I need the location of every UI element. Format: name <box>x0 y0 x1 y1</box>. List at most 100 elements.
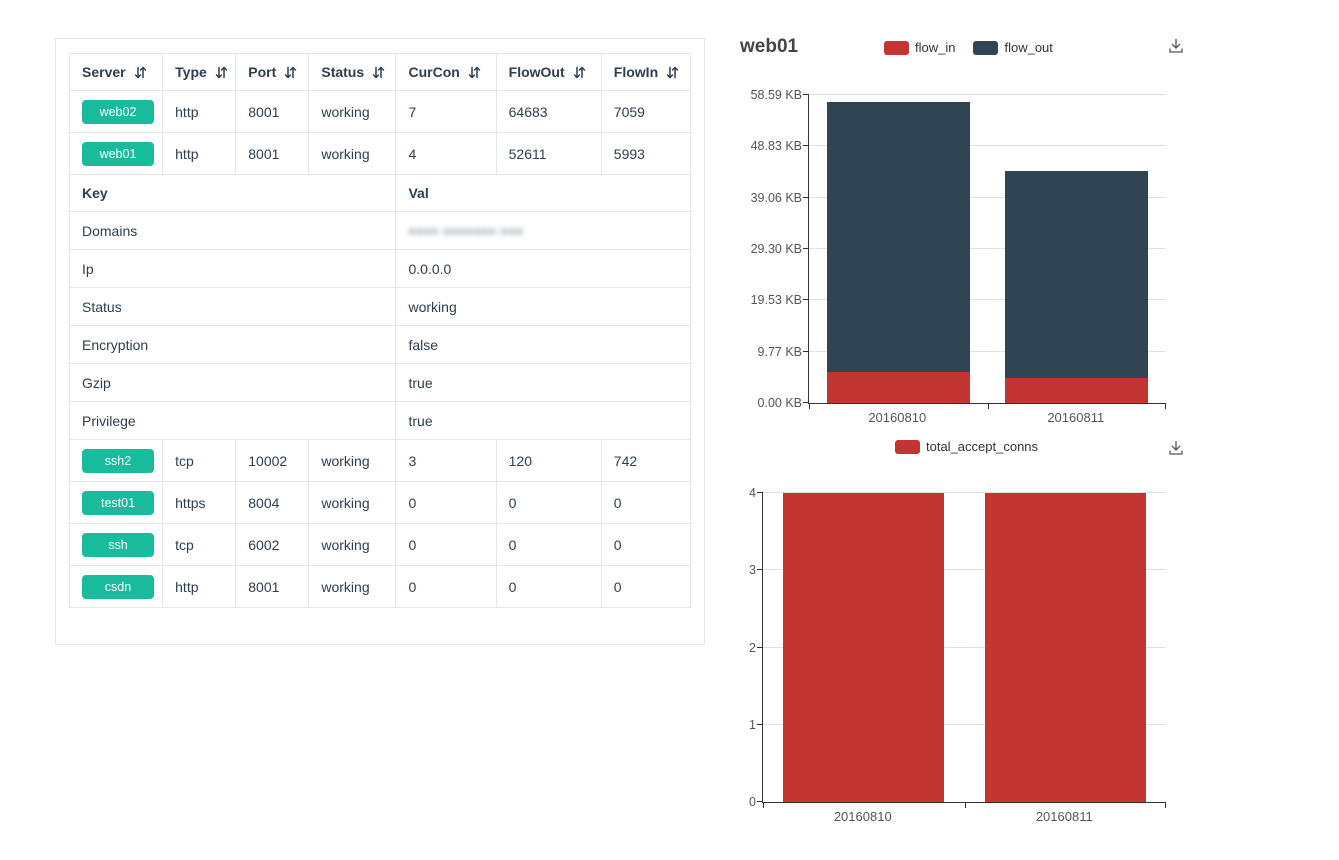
server-cell: test01 <box>70 482 163 524</box>
bar-groups <box>763 493 1166 802</box>
server-badge[interactable]: ssh2 <box>82 449 154 473</box>
server-badge[interactable]: web01 <box>82 142 154 166</box>
curcon-cell: 4 <box>396 133 496 175</box>
legend-item-flow_out[interactable]: flow_out <box>973 40 1052 55</box>
column-header-status[interactable]: Status <box>309 54 396 91</box>
key-cell: Gzip <box>70 364 396 402</box>
flowin-cell: 0 <box>601 566 690 608</box>
bar-segment-flow_in[interactable] <box>1005 378 1148 403</box>
download-icon[interactable] <box>1166 438 1186 458</box>
x-tick-mark <box>1165 403 1166 409</box>
val-cell: ■■■■ ■■■■■■■ ■■■ <box>396 212 691 250</box>
column-header-curcon[interactable]: CurCon <box>396 54 496 91</box>
x-category-label: 20160811 <box>964 809 1166 824</box>
column-header-server[interactable]: Server <box>70 54 163 91</box>
column-label: CurCon <box>408 64 459 80</box>
x-category-label: 20160810 <box>762 809 964 824</box>
column-header-type[interactable]: Type <box>163 54 236 91</box>
y-tick-label: 9.77 KB <box>758 345 802 359</box>
column-header-inner: Type <box>175 64 223 80</box>
flowout-cell: 0 <box>496 566 601 608</box>
legend-swatch <box>895 440 920 454</box>
key-val-row: Statusworking <box>70 288 691 326</box>
y-tick-label: 4 <box>749 486 756 500</box>
val-cell: working <box>396 288 691 326</box>
sort-icon <box>215 66 228 79</box>
legend-swatch <box>973 41 998 55</box>
curcon-cell: 3 <box>396 440 496 482</box>
column-label: Status <box>321 64 364 80</box>
column-header-flowin[interactable]: FlowIn <box>601 54 690 91</box>
column-label: Server <box>82 64 126 80</box>
column-header-inner: Status <box>321 64 383 80</box>
key-cell: Status <box>70 288 396 326</box>
table-header: Server Type Port Status CurCon FlowOut FlowIn <box>70 54 691 91</box>
legend-item-total_accept_conns[interactable]: total_accept_conns <box>895 439 1038 454</box>
server-cell: web02 <box>70 91 163 133</box>
table-row: ssh2tcp10002working3120742 <box>70 440 691 482</box>
download-icon[interactable] <box>1166 36 1186 56</box>
val-header: Val <box>396 175 691 212</box>
server-badge[interactable]: csdn <box>82 575 154 599</box>
curcon-cell: 7 <box>396 91 496 133</box>
port-cell: 8001 <box>236 133 309 175</box>
bar-segment-flow_out[interactable] <box>827 102 970 372</box>
key-val-row: Encryptionfalse <box>70 326 691 364</box>
column-header-inner: Port <box>248 64 296 80</box>
type-cell: tcp <box>163 524 236 566</box>
server-badge[interactable]: web02 <box>82 100 154 124</box>
column-header-port[interactable]: Port <box>236 54 309 91</box>
key-cell: Privilege <box>70 402 396 440</box>
y-tick-label: 19.53 KB <box>751 293 802 307</box>
status-cell: working <box>309 482 396 524</box>
column-header-inner: Server <box>82 64 150 80</box>
dashboard-page: ServerTypePortStatusCurConFlowOutFlowIn … <box>0 0 1339 860</box>
legend-label: flow_in <box>915 40 955 55</box>
column-label: Type <box>175 64 207 80</box>
key-cell: Domains <box>70 212 396 250</box>
x-axis-labels: 2016081020160811 <box>762 809 1165 824</box>
x-tick-mark <box>965 802 966 808</box>
flowin-cell: 0 <box>601 524 690 566</box>
port-cell: 10002 <box>236 440 309 482</box>
legend-item-flow_in[interactable]: flow_in <box>884 40 955 55</box>
x-tick-mark <box>763 802 764 808</box>
bar-segment-total_accept_conns[interactable] <box>783 493 944 802</box>
sort-icon <box>134 66 147 79</box>
sort-icon <box>468 66 481 79</box>
status-cell: working <box>309 524 396 566</box>
column-label: Port <box>248 64 276 80</box>
port-cell: 8001 <box>236 91 309 133</box>
column-header-flowout[interactable]: FlowOut <box>496 54 601 91</box>
flowin-cell: 0 <box>601 482 690 524</box>
server-cell: csdn <box>70 566 163 608</box>
y-axis: 0.00 KB9.77 KB19.53 KB29.30 KB39.06 KB48… <box>740 95 802 403</box>
flow-chart: web01 flow_inflow_out 0.00 KB9.77 KB19.5… <box>740 30 1190 432</box>
val-cell: true <box>396 364 691 402</box>
column-header-inner: CurCon <box>408 64 483 80</box>
connections-chart-legend: total_accept_conns <box>895 439 1038 454</box>
flowout-cell: 0 <box>496 524 601 566</box>
server-table: ServerTypePortStatusCurConFlowOutFlowIn … <box>69 53 691 608</box>
bar-segment-flow_in[interactable] <box>827 372 970 403</box>
type-cell: http <box>163 566 236 608</box>
flow-chart-legend: flow_in flow_out <box>884 40 1053 55</box>
port-cell: 8004 <box>236 482 309 524</box>
status-cell: working <box>309 440 396 482</box>
curcon-cell: 0 <box>396 566 496 608</box>
server-badge[interactable]: ssh <box>82 533 154 557</box>
type-cell: https <box>163 482 236 524</box>
bar-segment-flow_out[interactable] <box>1005 171 1148 378</box>
flow-chart-plot <box>808 95 1166 404</box>
key-val-header-row: KeyVal <box>70 175 691 212</box>
column-label: FlowIn <box>614 64 658 80</box>
legend-label: flow_out <box>1004 40 1052 55</box>
x-category-label: 20160811 <box>987 410 1166 425</box>
connections-chart: total_accept_conns 01234 201608102016081… <box>740 432 1190 834</box>
chart-title: web01 <box>740 36 798 58</box>
key-cell: Ip <box>70 250 396 288</box>
server-badge[interactable]: test01 <box>82 491 154 515</box>
table-row: test01https8004working000 <box>70 482 691 524</box>
table-row: csdnhttp8001working000 <box>70 566 691 608</box>
bar-segment-total_accept_conns[interactable] <box>985 493 1146 802</box>
